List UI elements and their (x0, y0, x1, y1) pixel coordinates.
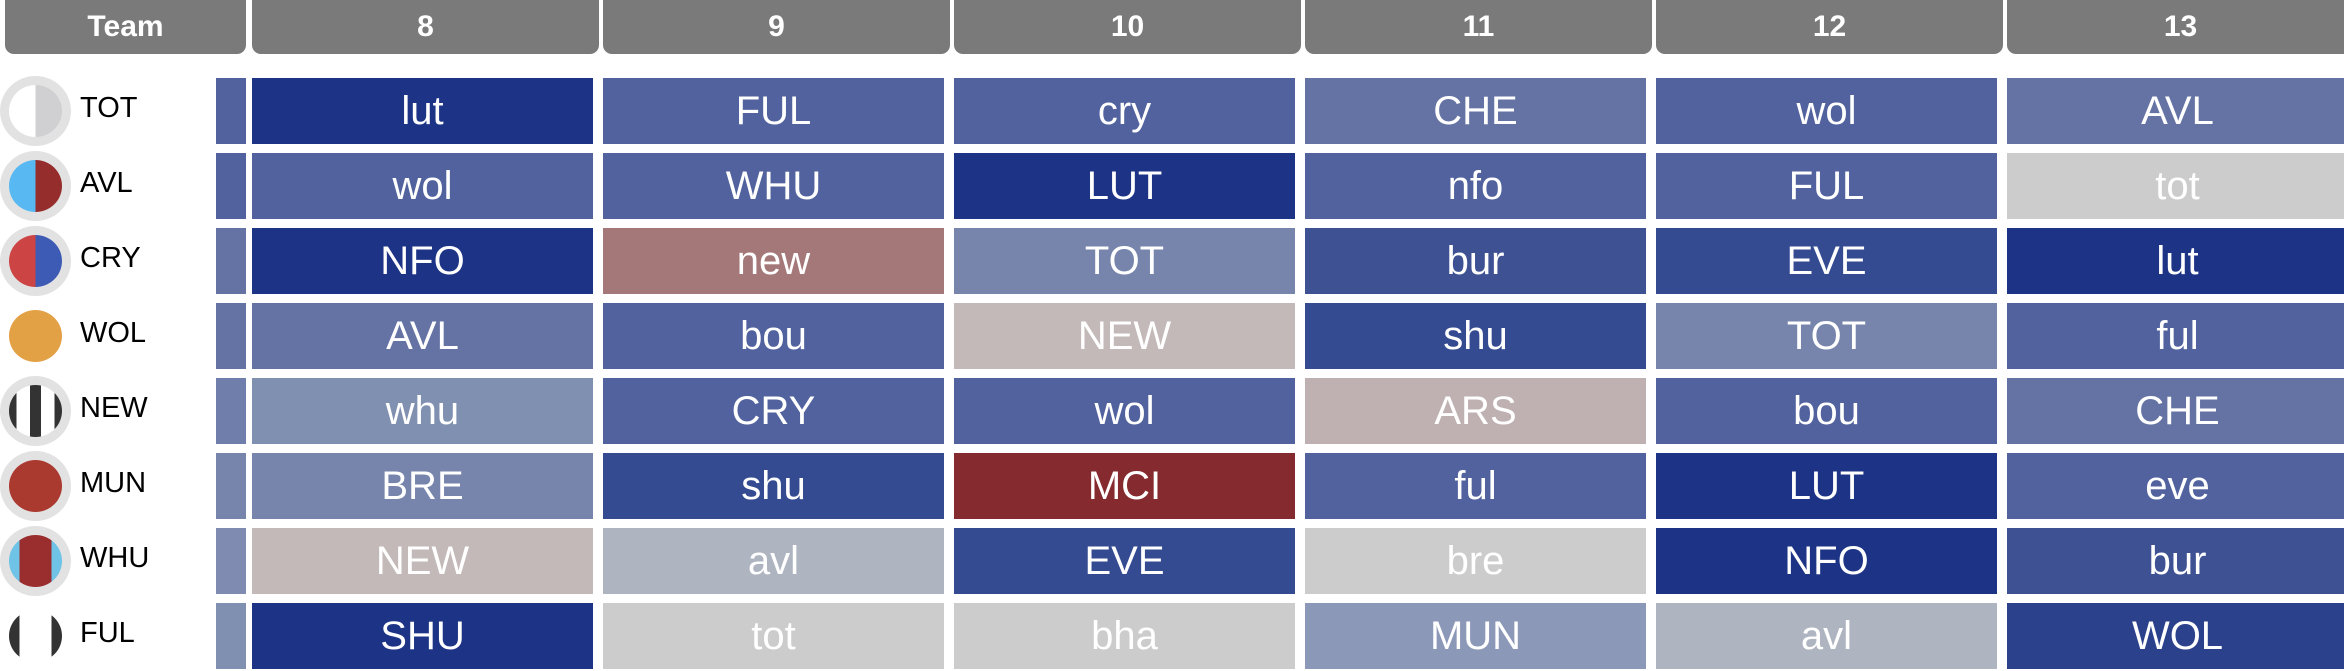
team-row-tot: TOT (0, 76, 210, 146)
difficulty-strip (216, 153, 246, 219)
fixture-cell[interactable]: nfo (1305, 153, 1646, 219)
fixture-cell[interactable]: FUL (1656, 153, 1997, 219)
gameweek-header-8[interactable]: 8 (252, 0, 599, 54)
difficulty-strip (216, 303, 246, 369)
team-row-whu: WHU (0, 526, 210, 596)
team-row-cry: CRY (0, 226, 210, 296)
fixture-cell[interactable]: WOL (2007, 603, 2344, 669)
fixture-cell[interactable]: lut (2007, 228, 2344, 294)
team-crest-icon (0, 376, 71, 446)
team-code: CRY (80, 242, 141, 274)
gameweek-header-12[interactable]: 12 (1656, 0, 2003, 54)
fixture-cell[interactable]: MUN (1305, 603, 1646, 669)
fixture-cell[interactable]: EVE (954, 528, 1295, 594)
fixture-cell[interactable]: tot (603, 603, 944, 669)
fixture-cell[interactable]: BRE (252, 453, 593, 519)
gameweek-header-11[interactable]: 11 (1305, 0, 1652, 54)
fixture-cell[interactable]: CRY (603, 378, 944, 444)
team-code: TOT (80, 92, 138, 124)
team-crest-icon (0, 151, 71, 221)
difficulty-strip (216, 378, 246, 444)
fixture-cell[interactable]: avl (1656, 603, 1997, 669)
fixture-cell[interactable]: bou (603, 303, 944, 369)
fixture-cell[interactable]: bre (1305, 528, 1646, 594)
fixture-cell[interactable]: whu (252, 378, 593, 444)
crest-fill (9, 235, 62, 287)
fixture-cell[interactable]: shu (603, 453, 944, 519)
fixture-cell[interactable]: bur (1305, 228, 1646, 294)
team-row-new: NEW (0, 376, 210, 446)
fixture-cell[interactable]: NEW (252, 528, 593, 594)
team-code: NEW (80, 392, 148, 424)
fixture-cell[interactable]: bha (954, 603, 1295, 669)
fixture-cell[interactable]: MCI (954, 453, 1295, 519)
fixture-cell[interactable]: LUT (954, 153, 1295, 219)
team-crest-icon (0, 526, 71, 596)
fixture-cell[interactable]: wol (252, 153, 593, 219)
fixture-cell[interactable]: FUL (603, 78, 944, 144)
fixture-cell[interactable]: wol (1656, 78, 1997, 144)
fixture-cell[interactable]: cry (954, 78, 1295, 144)
team-column-header: Team (5, 0, 246, 54)
team-code: MUN (80, 467, 147, 499)
fixture-cell[interactable]: ful (1305, 453, 1646, 519)
team-row-mun: MUN (0, 451, 210, 521)
team-crest-icon (0, 226, 71, 296)
team-crest-icon (0, 451, 71, 521)
fixture-cell[interactable]: LUT (1656, 453, 1997, 519)
fixture-cell[interactable]: ful (2007, 303, 2344, 369)
difficulty-strip (216, 228, 246, 294)
crest-fill (9, 85, 62, 137)
fixture-cell[interactable]: shu (1305, 303, 1646, 369)
fixture-cell[interactable]: eve (2007, 453, 2344, 519)
fixture-cell[interactable]: CHE (1305, 78, 1646, 144)
gameweek-header-10[interactable]: 10 (954, 0, 1301, 54)
fixture-cell[interactable]: NFO (252, 228, 593, 294)
team-row-ful: FUL (0, 603, 210, 669)
fixture-cell[interactable]: wol (954, 378, 1295, 444)
difficulty-strip (216, 528, 246, 594)
fixture-cell[interactable]: avl (603, 528, 944, 594)
crest-fill (9, 610, 62, 662)
fixture-cell[interactable]: AVL (252, 303, 593, 369)
fixture-cell[interactable]: NFO (1656, 528, 1997, 594)
gameweek-header-9[interactable]: 9 (603, 0, 950, 54)
fixture-cell[interactable]: tot (2007, 153, 2344, 219)
fixture-cell[interactable]: CHE (2007, 378, 2344, 444)
fixture-cell[interactable]: bur (2007, 528, 2344, 594)
difficulty-strip (216, 78, 246, 144)
gameweek-header-13[interactable]: 13 (2007, 0, 2344, 54)
team-row-wol: WOL (0, 303, 210, 369)
team-crest-icon (0, 601, 71, 671)
fixture-cell[interactable]: TOT (1656, 303, 1997, 369)
difficulty-strip (216, 603, 246, 669)
team-code: AVL (80, 167, 133, 199)
crest-fill (9, 385, 62, 437)
fixture-cell[interactable]: EVE (1656, 228, 1997, 294)
fixture-cell[interactable]: NEW (954, 303, 1295, 369)
fixture-cell[interactable]: bou (1656, 378, 1997, 444)
fixture-cell[interactable]: ARS (1305, 378, 1646, 444)
team-row-avl: AVL (0, 151, 210, 221)
team-code: FUL (80, 617, 135, 649)
team-code: WOL (80, 317, 147, 349)
fixture-cell[interactable]: new (603, 228, 944, 294)
team-crest-icon (0, 76, 71, 146)
crest-fill (9, 460, 62, 512)
crest-fill (9, 160, 62, 212)
fixture-cell[interactable]: SHU (252, 603, 593, 669)
crest-fill (9, 310, 62, 362)
fixture-cell[interactable]: AVL (2007, 78, 2344, 144)
fixture-cell[interactable]: WHU (603, 153, 944, 219)
fixture-cell[interactable]: TOT (954, 228, 1295, 294)
team-crest-icon (0, 301, 71, 371)
fixture-cell[interactable]: lut (252, 78, 593, 144)
difficulty-strip (216, 453, 246, 519)
team-code: WHU (80, 542, 150, 574)
crest-fill (9, 535, 62, 587)
